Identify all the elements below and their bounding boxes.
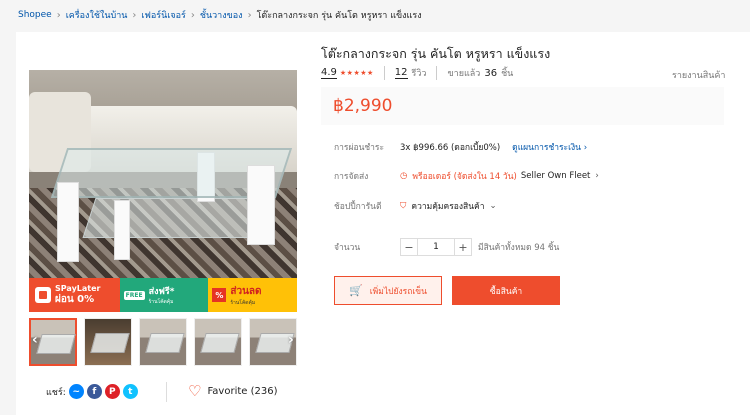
shipping-fleet[interactable]: Seller Own Fleet xyxy=(521,171,591,181)
star-rating-icon: ★★★★★ xyxy=(339,69,374,77)
next-thumbnail-arrow-icon[interactable]: › xyxy=(288,332,294,348)
rating-value[interactable]: 4.9 xyxy=(321,67,337,79)
twitter-icon[interactable]: t xyxy=(122,384,138,399)
breadcrumb: Shopee › เครื่องใช้ในบ้าน › เฟอร์นิเจอร์… xyxy=(0,0,750,30)
clock-icon: ◷ xyxy=(400,171,408,181)
quantity-input[interactable]: 1 xyxy=(418,238,454,256)
breadcrumb-item-home-appliances[interactable]: เครื่องใช้ในบ้าน xyxy=(66,8,128,22)
report-product-link[interactable]: รายงานสินค้า xyxy=(672,68,725,82)
quantity-row: จำนวน − 1 + มีสินค้าทั้งหมด 94 ชิ้น xyxy=(334,238,559,256)
product-title: โต๊ะกลางกระจก รุ่น คันโต หรูหรา แข็งแรง xyxy=(321,46,551,61)
thumbnail-2[interactable] xyxy=(84,318,133,366)
sold-unit: ชิ้น xyxy=(501,69,514,79)
quantity-increase-button[interactable]: + xyxy=(454,238,472,256)
cart-icon: 🛒 xyxy=(349,284,363,297)
favorite-label: Favorite (236) xyxy=(207,386,278,397)
sold-count: 36 xyxy=(484,67,498,79)
quantity-stepper: − 1 + xyxy=(400,238,472,256)
reviews-label: รีวิว xyxy=(411,69,427,79)
stock-available: มีสินค้าทั้งหมด 94 ชิ้น xyxy=(478,243,560,253)
shipping-row: การจัดส่ง ◷ พรีออเดอร์ (จัดส่งใน 14 วัน)… xyxy=(334,169,599,183)
discount-badge: % ส่วนลด ร้านโค้ดคุ้ม xyxy=(208,278,298,312)
breadcrumb-item-shopee[interactable]: Shopee xyxy=(18,10,52,20)
installment-row: การผ่อนชำระ 3x ฿996.66 (ดอกเบี้ย0%) ดูแผ… xyxy=(334,140,587,154)
share-bar: แชร์: ~ f P t xyxy=(46,384,138,399)
add-to-cart-button[interactable]: 🛒 เพิ่มไปยังรถเข็น xyxy=(334,276,442,305)
payment-plan-link[interactable]: ดูแผนการชำระเงิน › xyxy=(512,140,587,154)
chevron-right-icon: › xyxy=(583,143,588,153)
percent-icon: % xyxy=(212,288,227,302)
breadcrumb-item-furniture[interactable]: เฟอร์นิเจอร์ xyxy=(141,8,185,22)
promo-banner: SPayLater ผ่อน 0% FREE ส่งฟรี* ร้านโค้ดค… xyxy=(29,278,298,312)
free-shipping-badge: FREE ส่งฟรี* ร้านโค้ดคุ้ม xyxy=(119,278,209,312)
divider xyxy=(436,66,438,80)
chevron-down-icon[interactable]: ⌄ xyxy=(489,201,496,211)
heart-icon: ♡ xyxy=(188,382,202,400)
thumbnail-4[interactable] xyxy=(194,318,242,366)
shipping-value: พรีออเดอร์ (จัดส่งใน 14 วัน) xyxy=(412,172,517,182)
warranty-label: ช้อปปี้การันตี xyxy=(334,202,382,212)
chevron-right-icon: › xyxy=(190,9,195,21)
sold-label: ขายแล้ว xyxy=(447,69,481,79)
share-label: แชร์: xyxy=(46,387,66,398)
product-stats: 4.9 ★★★★★ 12 รีวิว ขายแล้ว 36 ชิ้น xyxy=(321,66,513,80)
product-card: SPayLater ผ่อน 0% FREE ส่งฟรี* ร้านโค้ดค… xyxy=(16,32,750,415)
spaylater-badge: SPayLater ผ่อน 0% xyxy=(29,278,120,312)
installment-value: 3x ฿996.66 (ดอกเบี้ย0%) xyxy=(400,143,501,153)
free-shipping-icon: FREE xyxy=(123,290,145,300)
spaylater-icon xyxy=(35,287,51,303)
shipping-label: การจัดส่ง xyxy=(334,172,369,182)
installment-label: การผ่อนชำระ xyxy=(334,143,385,153)
breadcrumb-item-shelves[interactable]: ชั้นวางของ xyxy=(200,8,243,22)
divider xyxy=(383,66,385,80)
buy-now-button[interactable]: ซื้อสินค้า xyxy=(452,276,560,305)
thumbnail-3[interactable] xyxy=(139,318,188,366)
warranty-value[interactable]: ความคุ้มครองสินค้า xyxy=(411,199,484,213)
quantity-label: จำนวน xyxy=(334,243,361,253)
warranty-row: ช้อปปี้การันตี ⛉ ความคุ้มครองสินค้า ⌄ xyxy=(334,199,497,213)
chevron-right-icon: › xyxy=(247,9,252,21)
pinterest-icon[interactable]: P xyxy=(104,384,120,399)
breadcrumb-current: โต๊ะกลางกระจก รุ่น คันโต หรูหรา แข็งแรง xyxy=(256,11,422,21)
price-box: ฿2,990 xyxy=(321,87,724,125)
facebook-icon[interactable]: f xyxy=(86,384,102,399)
prev-thumbnail-arrow-icon[interactable]: ‹ xyxy=(32,332,38,348)
thumbnail-strip xyxy=(29,318,297,368)
messenger-icon[interactable]: ~ xyxy=(68,384,84,399)
chevron-right-icon: › xyxy=(56,9,61,21)
quantity-decrease-button[interactable]: − xyxy=(400,238,418,256)
chevron-right-icon[interactable]: › xyxy=(595,171,598,181)
favorite-button[interactable]: ♡ Favorite (236) xyxy=(188,384,277,399)
chevron-right-icon: › xyxy=(132,9,137,21)
reviews-count[interactable]: 12 xyxy=(394,67,408,79)
divider xyxy=(166,382,167,402)
product-price: ฿2,990 xyxy=(333,96,393,116)
product-main-image[interactable] xyxy=(29,70,297,312)
shield-icon: ⛉ xyxy=(400,201,407,211)
